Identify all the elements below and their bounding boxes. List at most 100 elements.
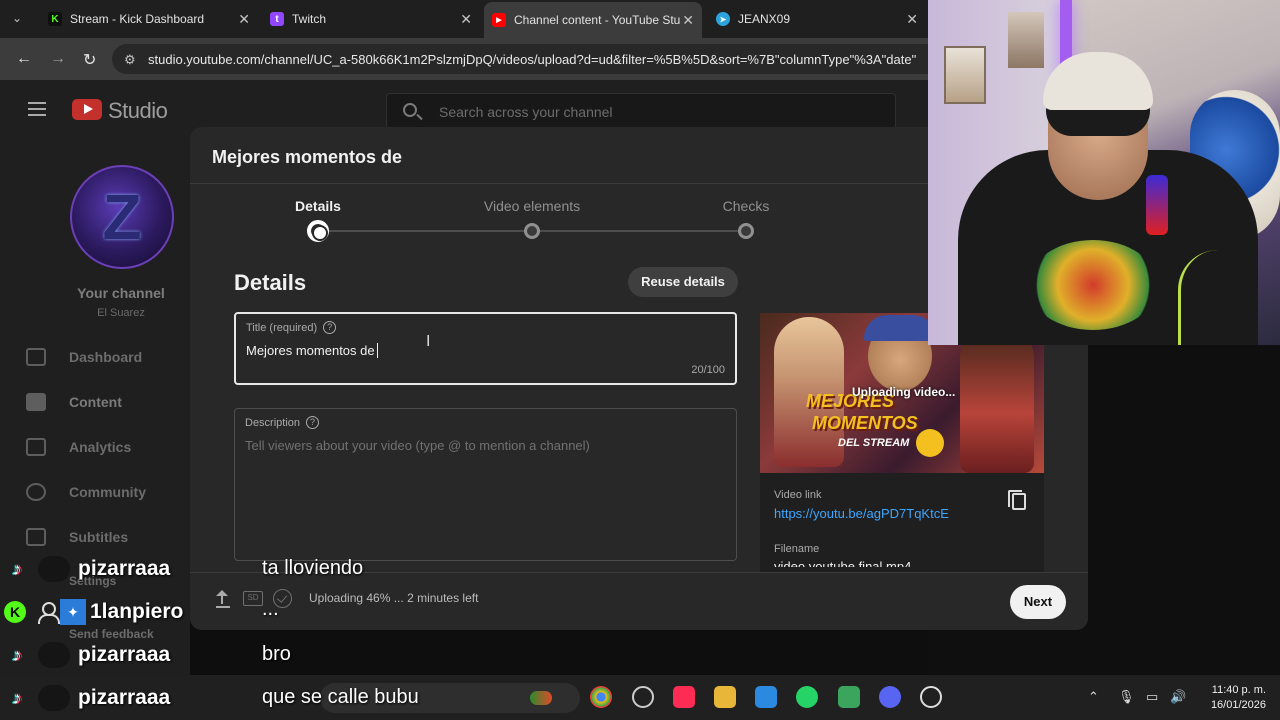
sidebar-item-subtitles[interactable]: Subtitles bbox=[0, 516, 190, 560]
tab-youtube-studio[interactable]: ▶ Channel content - YouTube Stu ✕ bbox=[484, 2, 702, 38]
webcam-overlay bbox=[928, 0, 1280, 345]
close-tab-icon[interactable]: ✕ bbox=[682, 12, 694, 29]
title-field[interactable]: Title (required) ? Mejores momentos de 2… bbox=[234, 312, 737, 385]
sd-badge-icon: SD bbox=[243, 591, 263, 606]
dialog-title: Mejores momentos de bbox=[212, 147, 403, 167]
url-text: studio.youtube.com/channel/UC_a-580k66K1… bbox=[148, 52, 917, 67]
kick-icon: K bbox=[4, 601, 26, 623]
discord-icon[interactable] bbox=[879, 686, 901, 708]
title-field-label: Title (required) ? bbox=[246, 321, 337, 334]
site-settings-icon[interactable]: ⚙ bbox=[124, 52, 136, 68]
tiktok-icon: ♪ bbox=[12, 644, 22, 665]
app-icon[interactable] bbox=[838, 686, 860, 708]
chat-message-text: ta lloviendo bbox=[262, 557, 364, 579]
chat-message-row: ♪ pizarraaa bbox=[4, 641, 170, 669]
tiktok-app-icon[interactable] bbox=[673, 686, 695, 708]
back-arrow-icon[interactable]: ← bbox=[16, 50, 32, 68]
help-icon[interactable]: ? bbox=[323, 321, 337, 334]
description-label-text: Description bbox=[245, 416, 301, 429]
obs-icon[interactable] bbox=[632, 686, 654, 708]
step-video-elements[interactable]: Video elements bbox=[462, 198, 602, 214]
help-icon[interactable]: ? bbox=[306, 416, 320, 429]
chat-message-text: que se calle bubu bbox=[262, 686, 419, 708]
chat-avatar bbox=[38, 642, 70, 668]
reload-icon[interactable]: ↻ bbox=[83, 50, 96, 70]
screen: ⌄ K Stream - Kick Dashboard ✕ t Twitch ✕… bbox=[0, 0, 1280, 720]
next-button[interactable]: Next bbox=[1010, 585, 1066, 619]
system-clock[interactable]: 11:40 p. m. 16/01/2026 bbox=[1192, 683, 1266, 713]
store-icon[interactable] bbox=[755, 686, 777, 708]
description-field[interactable]: Description ? Tell viewers about your vi… bbox=[234, 408, 737, 561]
upload-icon bbox=[216, 590, 230, 608]
sidebar-item-label: Content bbox=[69, 394, 122, 410]
youtube-favicon-icon: ▶ bbox=[492, 13, 506, 27]
wall-poster bbox=[944, 46, 986, 104]
sidebar-item-content[interactable]: Content bbox=[0, 381, 190, 425]
forward-arrow-icon[interactable]: → bbox=[50, 50, 66, 68]
title-input-value[interactable]: Mejores momentos de bbox=[246, 343, 378, 358]
community-icon bbox=[26, 483, 46, 501]
thumbnail-figure bbox=[960, 323, 1034, 473]
menu-icon[interactable] bbox=[28, 102, 46, 116]
network-icon[interactable]: ▭ bbox=[1146, 689, 1158, 705]
whatsapp-icon[interactable] bbox=[796, 686, 818, 708]
volume-icon[interactable]: 🔊 bbox=[1170, 689, 1186, 705]
sidebar-item-label: Send feedback bbox=[69, 627, 154, 641]
reuse-details-button[interactable]: Reuse details bbox=[628, 267, 738, 297]
step-dot-details[interactable] bbox=[307, 220, 329, 242]
close-tab-icon[interactable]: ✕ bbox=[238, 11, 250, 28]
telegram-favicon-icon: ➤ bbox=[716, 12, 730, 26]
tab-twitch[interactable]: t Twitch ✕ bbox=[262, 4, 480, 34]
hoodie-graphic bbox=[1028, 240, 1158, 330]
tiktok-icon: ♪ bbox=[12, 558, 22, 579]
sidebar-item-label: Community bbox=[69, 484, 146, 500]
upload-status-text: Uploading 46% ... 2 minutes left bbox=[309, 591, 479, 605]
step-details[interactable]: Details bbox=[248, 198, 388, 214]
close-tab-icon[interactable]: ✕ bbox=[906, 11, 918, 28]
tab-title: Channel content - YouTube Stu bbox=[514, 13, 681, 27]
sidebar-item-analytics[interactable]: Analytics bbox=[0, 426, 190, 470]
youtube-logo-icon[interactable] bbox=[72, 99, 102, 120]
chat-username: pizarraaa bbox=[78, 643, 171, 666]
chat-username: 1lanpiero bbox=[90, 600, 184, 623]
microphone-icon[interactable]: 🎙 bbox=[1118, 689, 1135, 705]
dialog-footer: SD Uploading 46% ... 2 minutes left Next bbox=[190, 572, 1088, 630]
search-placeholder: Search across your channel bbox=[439, 104, 613, 120]
dashboard-icon bbox=[26, 348, 46, 366]
close-tab-icon[interactable]: ✕ bbox=[460, 11, 472, 28]
chili-widget-icon[interactable] bbox=[530, 691, 552, 705]
file-explorer-icon[interactable] bbox=[714, 686, 736, 708]
analytics-icon bbox=[26, 438, 46, 456]
microphone bbox=[1146, 175, 1168, 235]
channel-avatar[interactable]: Z bbox=[70, 165, 174, 269]
chat-badge-icon: ✦ bbox=[60, 599, 86, 625]
clock-time: 11:40 p. m. bbox=[1211, 684, 1266, 696]
chat-avatar bbox=[38, 685, 70, 711]
tray-chevron-icon[interactable]: ⌃ bbox=[1088, 689, 1099, 705]
copy-icon[interactable] bbox=[1008, 490, 1026, 510]
tab-title: Twitch bbox=[292, 12, 327, 26]
wall-poster bbox=[1008, 12, 1044, 68]
sidebar-item-community[interactable]: Community bbox=[0, 471, 190, 515]
i-beam-cursor-icon: I bbox=[426, 333, 431, 350]
sidebar-item-label: Dashboard bbox=[69, 349, 143, 365]
step-checks[interactable]: Checks bbox=[676, 198, 816, 214]
url-field[interactable]: ⚙ studio.youtube.com/channel/UC_a-580k66… bbox=[112, 44, 942, 74]
chat-message-row: ♪ pizarraaa bbox=[4, 684, 170, 712]
media-player-icon[interactable] bbox=[920, 686, 942, 708]
tab-kick-dashboard[interactable]: K Stream - Kick Dashboard ✕ bbox=[40, 4, 258, 34]
tab-telegram[interactable]: ➤ JEANX09 ✕ bbox=[708, 4, 926, 34]
video-link[interactable]: https://youtu.be/agPD7TqKtcE bbox=[774, 506, 949, 521]
tab-search-chevron-icon[interactable]: ⌄ bbox=[12, 11, 22, 25]
text-caret bbox=[376, 343, 378, 358]
chrome-icon[interactable] bbox=[590, 686, 612, 708]
studio-search-input[interactable]: Search across your channel bbox=[386, 93, 896, 129]
title-char-counter: 20/100 bbox=[691, 364, 725, 376]
tab-title: Stream - Kick Dashboard bbox=[70, 12, 205, 26]
sidebar-item-dashboard[interactable]: Dashboard bbox=[0, 336, 190, 380]
step-dot-video-elements[interactable] bbox=[524, 223, 540, 239]
browser-tab-bar: ⌄ K Stream - Kick Dashboard ✕ t Twitch ✕… bbox=[0, 0, 928, 38]
step-dot-checks[interactable] bbox=[738, 223, 754, 239]
sidebar-item-label: Analytics bbox=[69, 439, 132, 455]
clock-date: 16/01/2026 bbox=[1210, 699, 1266, 711]
